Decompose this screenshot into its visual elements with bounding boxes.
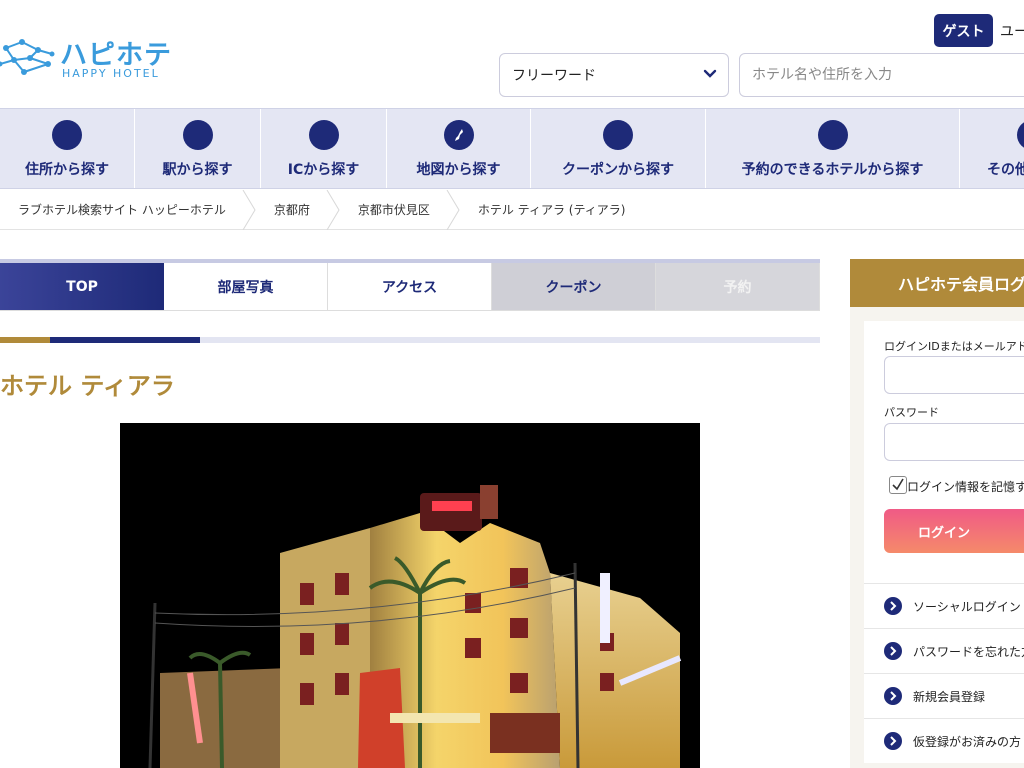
chevron-right-icon	[884, 732, 902, 750]
station-icon	[182, 120, 213, 150]
coupon-icon	[603, 120, 633, 150]
remember-checkbox[interactable]	[889, 476, 907, 494]
chevron-right-icon	[884, 687, 902, 705]
link-label: 新規会員登録	[913, 689, 986, 704]
link-label: ソーシャルログイン	[913, 599, 1021, 614]
nav-item-other[interactable]: その他	[960, 109, 1024, 188]
search-input[interactable]	[739, 53, 1024, 97]
user-label[interactable]: ユー	[1000, 21, 1024, 41]
tab-coupon[interactable]: クーポン	[492, 263, 656, 311]
breadcrumb-item[interactable]: 京都府	[256, 190, 326, 230]
checkmark-icon	[892, 478, 904, 491]
breadcrumb-separator-icon	[446, 189, 460, 230]
tab-top[interactable]: TOP	[0, 263, 164, 311]
link-label: パスワードを忘れた方	[913, 644, 1024, 659]
nav-item-label: ICから探す	[287, 162, 360, 178]
nav-item-ic[interactable]: ICから探す	[261, 109, 387, 188]
link-social-login[interactable]: ソーシャルログイン	[864, 583, 1024, 628]
nav-item-station[interactable]: 駅から探す	[135, 109, 261, 188]
link-forgot-password[interactable]: パスワードを忘れた方	[864, 628, 1024, 673]
nav-item-map[interactable]: 地図から探す	[387, 109, 531, 188]
other-icon	[1017, 120, 1024, 150]
nav-item-reservation[interactable]: 予約のできるホテルから探す	[706, 109, 960, 188]
nav-item-label: 住所から探す	[25, 162, 109, 178]
chevron-right-icon	[884, 597, 902, 615]
link-label: 仮登録がお済みの方	[913, 734, 1022, 749]
tab-room-photos[interactable]: 部屋写真	[164, 263, 328, 311]
logo-subtitle: HAPPY HOTEL	[62, 67, 160, 80]
search-type-select[interactable]: フリーワード	[499, 53, 729, 97]
tab-reservation: 予約	[656, 263, 820, 311]
remember-label: ログイン情報を記憶す	[907, 480, 1024, 494]
link-register[interactable]: 新規会員登録	[864, 673, 1024, 718]
hotel-name: ホテル ティアラ	[0, 372, 175, 400]
map-icon	[443, 120, 474, 150]
link-provisional[interactable]: 仮登録がお済みの方	[864, 718, 1024, 763]
nav-item-label: クーポンから探す	[562, 162, 674, 178]
login-id-input[interactable]	[884, 356, 1024, 394]
chevron-right-icon	[884, 642, 902, 660]
login-id-label: ログインIDまたはメールアドレ	[884, 340, 1024, 353]
reservation-icon	[817, 120, 848, 150]
search-type-value: フリーワード	[512, 68, 596, 84]
login-panel-heading: ハピホテ会員ログ	[850, 259, 1024, 307]
breadcrumb-separator-icon	[242, 189, 256, 230]
ic-icon	[308, 120, 339, 150]
hotel-photo[interactable]	[120, 423, 700, 768]
address-icon	[52, 120, 82, 150]
nav-item-address[interactable]: 住所から探す	[0, 109, 135, 188]
nav-item-label: 予約のできるホテルから探す	[741, 162, 924, 178]
main-nav: 住所から探す 駅から探す ICから探す 地図から探す クーポンから探す 予約ので…	[0, 108, 1024, 189]
nav-item-label: その他	[987, 162, 1024, 178]
password-label: パスワード	[884, 406, 939, 419]
login-links: ソーシャルログイン パスワードを忘れた方 新規会員登録 仮登録がお済みの方	[864, 583, 1024, 763]
breadcrumb-item[interactable]: ラブホテル検索サイト ハッピーホテル	[0, 190, 242, 230]
tab-access[interactable]: アクセス	[328, 263, 492, 311]
section-divider	[0, 337, 820, 343]
breadcrumb-separator-icon	[326, 189, 340, 230]
breadcrumb: ラブホテル検索サイト ハッピーホテル 京都府 京都市伏見区 ホテル ティアラ (…	[0, 189, 1024, 230]
password-input[interactable]	[884, 423, 1024, 461]
nav-item-label: 地図から探す	[416, 162, 501, 178]
breadcrumb-item[interactable]: 京都市伏見区	[340, 190, 446, 230]
chevron-down-icon	[703, 69, 717, 78]
nav-item-coupon[interactable]: クーポンから探す	[531, 109, 706, 188]
nav-item-label: 駅から探す	[162, 162, 233, 178]
guest-badge[interactable]: ゲスト	[934, 14, 993, 47]
hotel-tabs: TOP 部屋写真 アクセス クーポン 予約	[0, 259, 820, 311]
login-button[interactable]: ログイン	[884, 509, 1024, 553]
breadcrumb-current: ホテル ティアラ (ティアラ)	[477, 203, 626, 217]
